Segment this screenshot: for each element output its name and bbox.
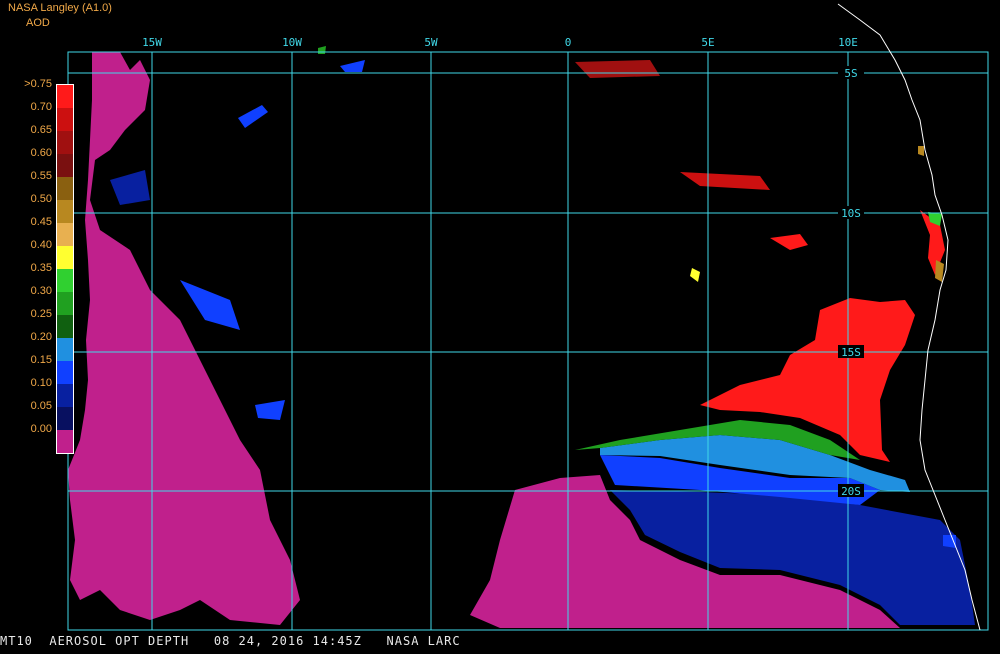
legend-label: 0.55 [30,170,52,182]
aod-patch-blue-5 [180,280,240,330]
legend-label: 0.15 [30,354,52,366]
aod-patch-blue-2 [340,60,365,72]
aod-patch-green-1 [318,46,326,54]
longitude-label: 5W [424,36,438,49]
legend-label: 0.00 [30,423,52,435]
longitude-label: 10W [282,36,302,49]
legend-label: 0.70 [30,101,52,113]
longitude-label: 0 [565,36,572,49]
legend-label: >0.75 [24,78,52,90]
header-line1: NASA Langley (A1.0) [8,2,112,14]
aod-patch-blue-4 [255,400,285,420]
aod-patch-red-small-2 [575,60,660,78]
aod-region-low-west [68,52,300,625]
latitude-label: 10S [841,207,861,220]
longitude-label: 15W [142,36,162,49]
aod-map: 15W 10W 5W 0 5E 10E 5S 10S 15S 20S [0,0,1000,650]
legend-label: 0.45 [30,216,52,228]
header-line2: AOD [26,17,50,29]
longitude-label: 10E [838,36,858,49]
legend-label: 0.35 [30,262,52,274]
legend-label: 0.05 [30,400,52,412]
aod-region-high-patch [770,234,808,250]
aod-patch-blue-3 [110,170,150,205]
footer-caption: MT10 AEROSOL OPT DEPTH 08 24, 2016 14:45… [0,634,461,648]
aod-patch-tan-1 [935,260,944,282]
legend-label: 0.65 [30,124,52,136]
legend-label: 0.40 [30,239,52,251]
legend-label: 0.25 [30,308,52,320]
longitude-label: 5E [701,36,714,49]
aod-patch-yellow-1 [690,268,700,282]
latitude-label: 15S [841,346,861,359]
aod-patch-red-small-1 [680,172,770,190]
latitude-label: 5S [844,67,857,80]
aod-patch-tan-2 [918,146,924,156]
aerosol-data-layer [68,46,975,628]
legend-label: 0.10 [30,377,52,389]
aod-map-canvas: 15W 10W 5W 0 5E 10E 5S 10S 15S 20S [67,3,989,631]
legend-label: 0.60 [30,147,52,159]
legend-label: 0.30 [30,285,52,297]
legend-label: 0.50 [30,193,52,205]
aod-patch-blue-1 [238,105,268,128]
legend-label: 0.20 [30,331,52,343]
legend-border [56,84,74,454]
latitude-label: 20S [841,485,861,498]
